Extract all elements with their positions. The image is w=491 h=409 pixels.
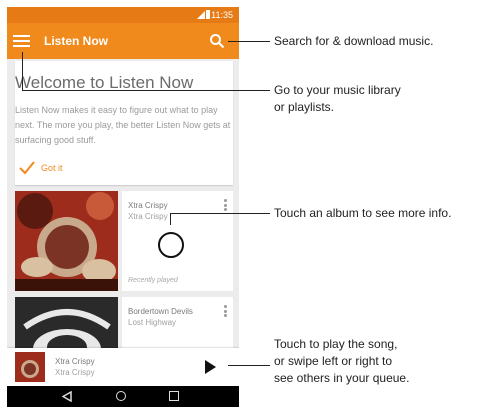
callout-library: Go to your music library or playlists. [274,83,401,114]
overflow-menu-icon[interactable] [224,199,227,211]
play-icon[interactable] [205,360,216,374]
signal-icon [197,11,205,19]
callout-line-menu [22,90,270,91]
album-title: Xtra Crispy [128,201,168,210]
home-icon[interactable] [116,391,126,401]
album-title: Bordertown Devils [128,307,193,316]
app-bar: Listen Now [7,23,239,59]
now-playing-art [15,352,45,382]
menu-icon[interactable] [13,35,30,48]
callout-search: Search for & download music. [274,34,434,48]
album-artist: Xtra Crispy [128,212,168,221]
callout-line-play [228,365,270,366]
navigation-bar [7,386,239,407]
battery-icon [206,10,210,19]
callout-play: Touch to play the song, or swipe left or… [274,337,410,385]
recent-apps-icon[interactable] [169,391,179,401]
phone-screen: 11:35 Listen Now Welcome to Listen Now L… [7,7,239,407]
now-playing-bar[interactable]: Xtra Crispy Xtra Crispy [7,348,239,386]
recently-played-label: Recently played [128,277,178,284]
drum-kit-artwork [15,191,118,291]
welcome-body: Listen Now makes it easy to figure out w… [15,105,231,145]
callout-line-menu-vertical [22,52,23,90]
app-title: Listen Now [44,34,109,48]
album-card-2[interactable]: Bordertown Devils Lost Highway [122,297,233,349]
album-art[interactable] [15,191,118,291]
back-icon[interactable] [62,391,73,402]
album-art[interactable] [15,297,118,349]
overflow-menu-icon[interactable] [224,305,227,317]
got-it-label: Got it [41,163,63,173]
callout-line-search [228,41,270,42]
search-icon[interactable] [209,33,225,49]
touch-indicator [158,232,184,258]
status-bar: 11:35 [7,7,239,23]
bordertown-artwork [15,297,118,349]
callout-album: Touch an album to see more info. [274,206,452,220]
check-icon [19,161,35,175]
album-artist: Lost Highway [128,318,177,327]
callout-line-album [170,213,270,214]
callout-line-album-vertical [170,213,171,225]
now-playing-artist: Xtra Crispy [55,368,95,377]
status-time: 11:35 [211,10,233,20]
welcome-card: Welcome to Listen Now Listen Now makes i… [15,61,233,185]
now-playing-title: Xtra Crispy [55,357,95,366]
